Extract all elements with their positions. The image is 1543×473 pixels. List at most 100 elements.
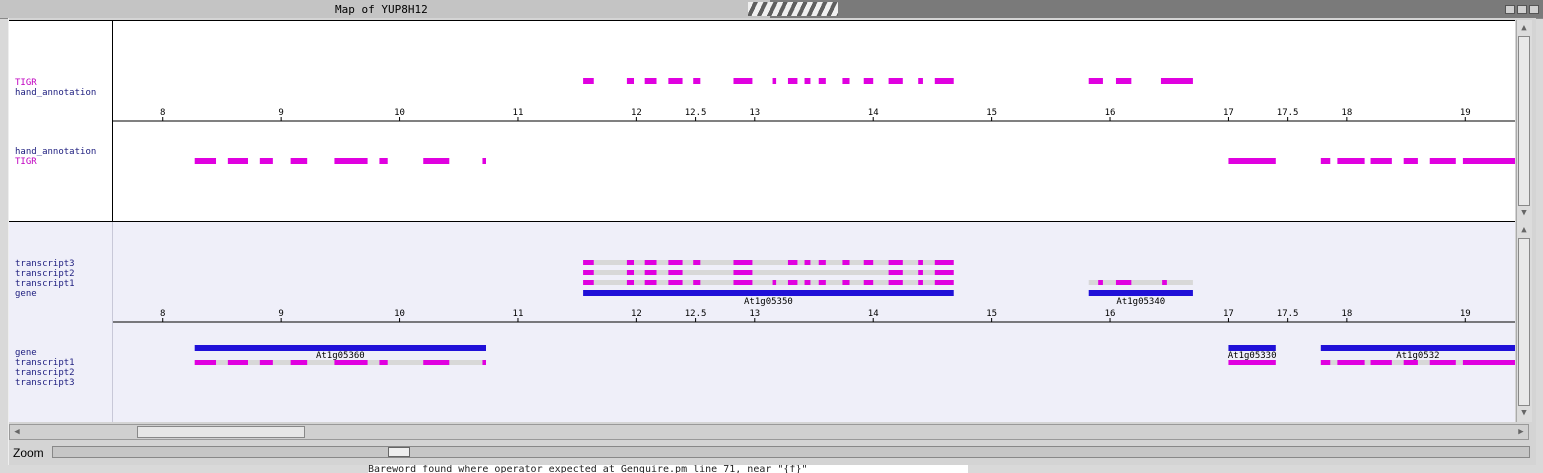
transcript1-exon[interactable] <box>818 280 826 285</box>
transcript1-exon[interactable] <box>733 280 753 285</box>
transcript3-exon[interactable] <box>668 260 683 265</box>
transcript1-exon[interactable] <box>804 280 811 285</box>
transcript1-exon[interactable] <box>934 280 954 285</box>
transcript1-exon[interactable] <box>290 360 308 365</box>
scrollbar-thumb[interactable] <box>1518 36 1530 206</box>
transcript1-exon[interactable] <box>1115 280 1132 285</box>
transcript1-exon[interactable] <box>1228 360 1276 365</box>
tigr-feature[interactable] <box>644 78 657 84</box>
scroll-down-arrow-icon[interactable]: ▼ <box>1518 207 1530 219</box>
transcript1-exon[interactable] <box>1098 280 1103 285</box>
tigr-feature[interactable] <box>290 158 308 164</box>
transcript1-exon[interactable] <box>626 280 635 285</box>
tigr-feature[interactable] <box>334 158 368 164</box>
transcript3-exon[interactable] <box>888 260 903 265</box>
transcript3-exon[interactable] <box>644 260 657 265</box>
gene-bar[interactable] <box>1088 290 1193 296</box>
transcript3-exon[interactable] <box>583 260 594 265</box>
transcript1-exon[interactable] <box>1162 280 1167 285</box>
tigr-feature[interactable] <box>888 78 903 84</box>
scroll-down-arrow-icon[interactable]: ▼ <box>1518 407 1530 419</box>
maximize-button[interactable] <box>1517 5 1527 14</box>
tigr-feature[interactable] <box>733 78 753 84</box>
transcript3-exon[interactable] <box>733 260 753 265</box>
transcript1-exon[interactable] <box>842 280 850 285</box>
tigr-feature[interactable] <box>1088 78 1103 84</box>
transcript1-exon[interactable] <box>644 280 657 285</box>
tigr-feature[interactable] <box>772 78 777 84</box>
transcript1-exon[interactable] <box>379 360 388 365</box>
transcript3-exon[interactable] <box>842 260 850 265</box>
tigr-feature[interactable] <box>787 78 798 84</box>
tigr-feature[interactable] <box>1370 158 1392 164</box>
tigr-feature[interactable] <box>1403 158 1418 164</box>
tigr-feature[interactable] <box>1320 158 1331 164</box>
transcript2-exon[interactable] <box>934 270 954 275</box>
tigr-feature[interactable] <box>1337 158 1365 164</box>
top-panel-vertical-scrollbar[interactable]: ▲ ▼ <box>1516 20 1532 222</box>
transcript3-exon[interactable] <box>934 260 954 265</box>
tigr-feature[interactable] <box>1228 158 1276 164</box>
transcript2-exon[interactable] <box>918 270 923 275</box>
transcript1-exon[interactable] <box>259 360 273 365</box>
transcript1-exon[interactable] <box>423 360 450 365</box>
transcript1-exon[interactable] <box>693 280 701 285</box>
tigr-feature[interactable] <box>918 78 923 84</box>
minimize-button[interactable] <box>1505 5 1515 14</box>
transcript1-exon[interactable] <box>583 280 594 285</box>
tigr-feature[interactable] <box>423 158 450 164</box>
transcript1-exon[interactable] <box>1462 360 1515 365</box>
horizontal-scrollbar[interactable]: ◀ ▶ <box>9 424 1529 440</box>
scroll-right-arrow-icon[interactable]: ▶ <box>1516 426 1526 438</box>
tigr-feature[interactable] <box>194 158 217 164</box>
tigr-feature[interactable] <box>693 78 701 84</box>
tigr-feature[interactable] <box>1115 78 1132 84</box>
transcript3-exon[interactable] <box>818 260 826 265</box>
transcript1-exon[interactable] <box>1429 360 1456 365</box>
tigr-feature[interactable] <box>668 78 683 84</box>
tigr-feature[interactable] <box>583 78 594 84</box>
zoom-slider-handle[interactable] <box>388 447 410 457</box>
transcript3-exon[interactable] <box>693 260 701 265</box>
transcript1-exon[interactable] <box>1337 360 1365 365</box>
close-button[interactable] <box>1529 5 1539 14</box>
tigr-feature[interactable] <box>818 78 826 84</box>
tigr-feature[interactable] <box>626 78 635 84</box>
transcript1-exon[interactable] <box>1403 360 1418 365</box>
scrollbar-thumb[interactable] <box>1518 238 1530 406</box>
zoom-slider[interactable] <box>52 446 1530 458</box>
transcript1-exon[interactable] <box>334 360 368 365</box>
transcript1-exon[interactable] <box>772 280 777 285</box>
horizontal-scrollbar-thumb[interactable] <box>137 426 305 438</box>
transcript2-exon[interactable] <box>668 270 683 275</box>
transcript1-exon[interactable] <box>1320 360 1331 365</box>
transcript1-intron[interactable] <box>1088 280 1193 285</box>
feature-map-canvas[interactable]: 8 9 10 11 12 12.5 13 14 15 16 17 17.5 18 19 <box>113 21 1515 221</box>
transcript1-exon[interactable] <box>787 280 798 285</box>
gene-bar[interactable] <box>583 290 954 296</box>
tigr-feature[interactable] <box>863 78 874 84</box>
gene-map-canvas[interactable]: 8 9 10 11 12 12.5 13 14 15 16 17 17.5 18 19 At1g05350 A… <box>113 222 1515 422</box>
transcript2-exon[interactable] <box>733 270 753 275</box>
scroll-left-arrow-icon[interactable]: ◀ <box>12 426 22 438</box>
tigr-feature[interactable] <box>227 158 248 164</box>
transcript1-exon[interactable] <box>194 360 217 365</box>
bottom-panel-vertical-scrollbar[interactable]: ▲ ▼ <box>1516 222 1532 422</box>
tigr-feature[interactable] <box>1462 158 1515 164</box>
transcript1-exon[interactable] <box>482 360 486 365</box>
tigr-feature[interactable] <box>259 158 273 164</box>
transcript2-exon[interactable] <box>583 270 594 275</box>
tigr-feature[interactable] <box>934 78 954 84</box>
transcript1-exon[interactable] <box>668 280 683 285</box>
scroll-up-arrow-icon[interactable]: ▲ <box>1518 224 1530 236</box>
scroll-up-arrow-icon[interactable]: ▲ <box>1518 22 1530 34</box>
tigr-feature[interactable] <box>804 78 811 84</box>
transcript2-exon[interactable] <box>626 270 635 275</box>
transcript3-exon[interactable] <box>626 260 635 265</box>
transcript1-exon[interactable] <box>863 280 874 285</box>
transcript1-exon[interactable] <box>227 360 248 365</box>
transcript3-exon[interactable] <box>863 260 874 265</box>
transcript3-exon[interactable] <box>918 260 923 265</box>
window-titlebar[interactable]: Map of YUP8H12 <box>0 0 1543 19</box>
transcript2-exon[interactable] <box>888 270 903 275</box>
